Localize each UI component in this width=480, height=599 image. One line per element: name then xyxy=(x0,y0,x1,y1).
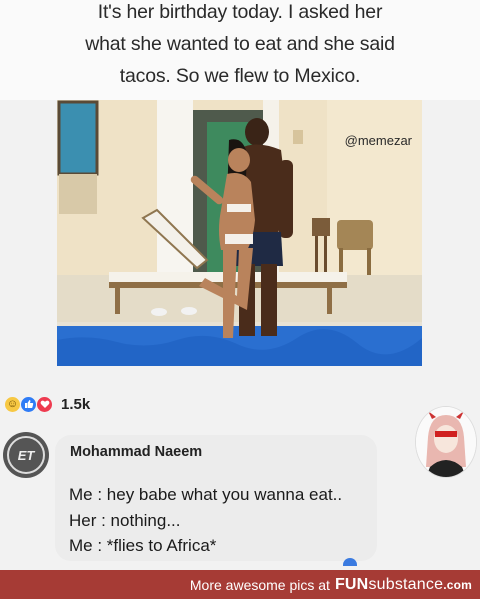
comment-line-3: Me : *flies to Africa* xyxy=(69,536,217,555)
caption-line-1: It's her birthday today. I asked her xyxy=(97,1,383,23)
footer-brand-tld: .com xyxy=(443,577,472,592)
comment-author-name[interactable]: Mohammad Naeem xyxy=(70,444,202,460)
site-footer-banner[interactable]: More awesome pics at FUNsubstance.com xyxy=(0,570,480,599)
comment-bubble: Mohammad Naeem Me : hey babe what you wa… xyxy=(55,435,377,561)
footer-brand-fun: FUN xyxy=(334,575,369,593)
reaction-bar[interactable]: ☺ 1.5k xyxy=(4,393,90,415)
caption-line-2: what she wanted to eat and she said xyxy=(85,33,395,55)
commenter-avatar[interactable]: ET xyxy=(3,432,49,478)
haha-icon[interactable]: ☺ xyxy=(4,395,21,413)
meme-caption: It's her birthday today. I asked her wha… xyxy=(0,0,480,100)
comment-reaction-icon[interactable] xyxy=(343,558,357,566)
anime-girl-avatar-image xyxy=(416,407,476,477)
photo-watermark: @memezar xyxy=(344,133,412,148)
footer-prefix: More awesome pics at xyxy=(189,576,330,593)
commenter-avatar-initials: ET xyxy=(7,436,45,474)
reaction-count[interactable]: 1.5k xyxy=(61,396,90,413)
love-icon[interactable] xyxy=(36,395,53,413)
comment-line-2: Her : nothing... xyxy=(69,511,181,530)
replier-avatar[interactable] xyxy=(415,406,477,478)
comment-line-1: Me : hey babe what you wanna eat.. xyxy=(69,485,343,504)
caption-line-3: tacos. So we flew to Mexico. xyxy=(119,65,361,87)
meme-photo: @memezar xyxy=(57,100,422,366)
like-icon[interactable] xyxy=(20,395,37,413)
footer-brand-rest: substance xyxy=(368,575,444,593)
footer-brand[interactable]: FUNsubstance.com xyxy=(335,576,472,594)
